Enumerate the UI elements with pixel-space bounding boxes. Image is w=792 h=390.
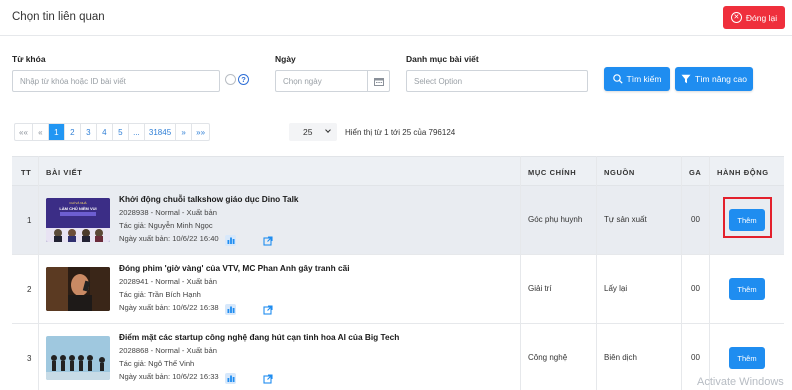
dialog-title: Chọn tin liên quan xyxy=(12,11,105,23)
pagination: «« « 1 2 3 4 5 ... 31845 » »» xyxy=(14,123,211,141)
article-source: Lấy lại xyxy=(604,284,628,293)
category-input[interactable] xyxy=(407,71,587,91)
article-title[interactable]: Khởi động chuỗi talkshow giáo dục Dino T… xyxy=(119,194,299,204)
help-icon[interactable]: ? xyxy=(238,74,249,85)
page-last-number[interactable]: 31845 xyxy=(145,124,177,140)
dialog-header: Chọn tin liên quan ✕ Đóng lại xyxy=(0,0,792,36)
column-divider xyxy=(709,156,710,390)
search-button-label: Tìm kiếm xyxy=(626,74,662,84)
highlight-frame xyxy=(723,197,772,238)
article-ga: 00 xyxy=(691,284,700,293)
column-divider xyxy=(520,156,521,390)
page-ellipsis: ... xyxy=(129,124,145,140)
article-source: Biên dịch xyxy=(604,353,637,362)
col-action: HÀNH ĐỘNG xyxy=(717,168,769,177)
article-published: Ngày xuất bản: 10/6/22 16:40 xyxy=(119,234,219,243)
external-link-icon[interactable] xyxy=(262,304,273,315)
article-thumbnail[interactable] xyxy=(46,336,110,380)
page-1[interactable]: 1 xyxy=(48,124,65,140)
stats-icon[interactable] xyxy=(225,304,236,315)
article-published: Ngày xuất bản: 10/6/22 16:38 xyxy=(119,303,219,312)
article-ga: 00 xyxy=(691,353,700,362)
col-source: NGUỒN xyxy=(604,168,635,177)
activate-windows-watermark: Activate Windows xyxy=(697,376,784,388)
calendar-icon[interactable] xyxy=(367,70,390,92)
table-header: TT BÀI VIẾT MỤC CHÍNH NGUỒN GA HÀNH ĐỘNG xyxy=(12,156,784,186)
page-2[interactable]: 2 xyxy=(65,124,81,140)
keyword-label: Từ khóa xyxy=(12,54,46,64)
page-5[interactable]: 5 xyxy=(113,124,129,140)
article-section: Góc phụ huynh xyxy=(528,215,583,224)
close-circle-icon: ✕ xyxy=(730,12,742,23)
article-section: Giải trí xyxy=(528,284,552,293)
per-page-select[interactable]: 25 xyxy=(289,123,337,141)
col-tt: TT xyxy=(21,168,32,177)
stats-icon[interactable] xyxy=(225,373,236,384)
external-link-icon[interactable] xyxy=(262,235,273,246)
page-last[interactable]: »» xyxy=(192,124,209,140)
search-button[interactable]: Tìm kiếm xyxy=(604,67,670,91)
result-info: Hiển thị từ 1 tới 25 của 796124 xyxy=(345,128,456,137)
filter-icon xyxy=(681,74,691,84)
row-number: 1 xyxy=(27,216,32,225)
page-prev[interactable]: « xyxy=(33,124,49,140)
article-meta: 2028941 - Normal - Xuất bản xyxy=(119,277,217,286)
stats-icon[interactable] xyxy=(225,235,236,246)
chevron-down-icon xyxy=(325,127,331,133)
date-label: Ngày xyxy=(275,54,296,64)
close-button[interactable]: ✕ Đóng lại xyxy=(723,6,785,29)
article-author: Tác giả: Trần Bích Hạnh xyxy=(119,290,201,299)
row-number: 3 xyxy=(27,354,32,363)
keyword-field[interactable] xyxy=(12,70,220,92)
col-article: BÀI VIẾT xyxy=(46,168,83,177)
column-divider xyxy=(596,156,597,390)
article-title[interactable]: Đóng phim 'giờ vàng' của VTV, MC Phan An… xyxy=(119,263,350,273)
page-4[interactable]: 4 xyxy=(97,124,113,140)
add-button[interactable]: Thêm xyxy=(729,347,765,369)
col-section: MỤC CHÍNH xyxy=(528,168,577,177)
column-divider xyxy=(681,156,682,390)
category-label: Danh mục bài viết xyxy=(406,54,479,64)
per-page-value: 25 xyxy=(303,127,313,137)
close-button-label: Đóng lại xyxy=(745,12,778,23)
article-meta: 2028938 - Normal - Xuất bản xyxy=(119,208,217,217)
article-section: Công nghệ xyxy=(528,353,568,362)
article-source: Tự sản xuất xyxy=(604,215,647,224)
date-input[interactable] xyxy=(276,71,368,91)
thumb-text-mid: LÀM CHỦ NIỀM VUI xyxy=(59,206,96,211)
radio-icon[interactable] xyxy=(225,74,236,85)
page-3[interactable]: 3 xyxy=(81,124,97,140)
col-ga: GA xyxy=(689,168,702,177)
external-link-icon[interactable] xyxy=(262,373,273,384)
page-next[interactable]: » xyxy=(176,124,193,140)
keyword-input[interactable] xyxy=(13,71,219,91)
article-meta: 2028868 - Normal - Xuất bản xyxy=(119,346,217,355)
article-title[interactable]: Điểm mặt các startup công nghệ đang hút … xyxy=(119,332,399,342)
row-number: 2 xyxy=(27,285,32,294)
add-button[interactable]: Thêm xyxy=(729,278,765,300)
article-thumbnail[interactable]: CHỈ VÀ NHÀ LÀM CHỦ NIỀM VUI xyxy=(46,198,110,242)
thumb-text-top: CHỈ VÀ NHÀ xyxy=(69,200,86,205)
article-published: Ngày xuất bản: 10/6/22 16:33 xyxy=(119,372,219,381)
page-first[interactable]: «« xyxy=(15,124,33,140)
table-row: 1 CHỈ VÀ NHÀ LÀM CHỦ NIỀM VUI Khởi động … xyxy=(12,186,784,255)
table-row: 3 Điểm mặt các startup công nghệ đang hú… xyxy=(12,324,784,390)
category-select[interactable] xyxy=(406,70,588,92)
article-ga: 00 xyxy=(691,215,700,224)
article-author: Tác giả: Nguyễn Minh Ngọc xyxy=(119,221,213,230)
column-divider xyxy=(38,156,39,390)
advanced-search-label: Tìm nâng cao xyxy=(695,74,747,84)
article-thumbnail[interactable] xyxy=(46,267,110,311)
advanced-search-button[interactable]: Tìm nâng cao xyxy=(675,67,753,91)
article-author: Tác giả: Ngô Thế Vinh xyxy=(119,359,195,368)
search-icon xyxy=(612,74,623,84)
table-row: 2 Đóng phim 'giờ vàng' của VTV, MC Phan … xyxy=(12,255,784,324)
